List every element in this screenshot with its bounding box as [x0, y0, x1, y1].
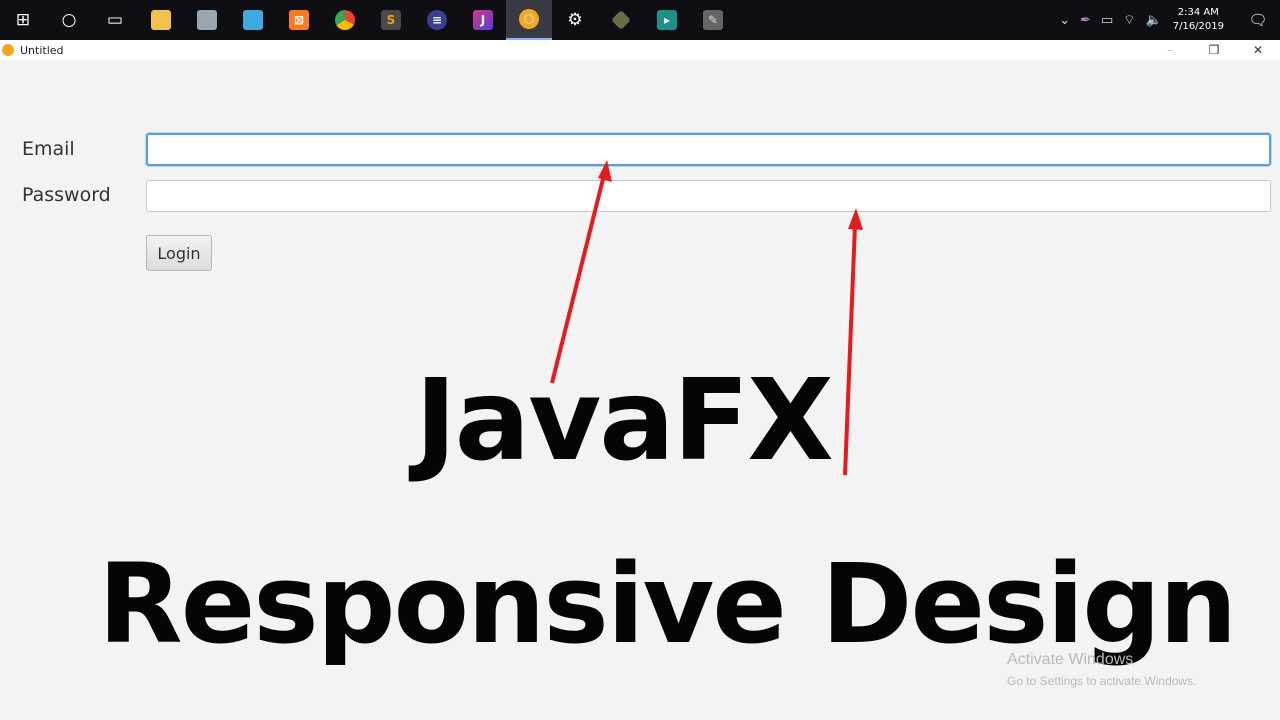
minimize-icon: – [1167, 43, 1173, 57]
password-label: Password [22, 184, 111, 206]
window-title: Untitled [20, 43, 64, 57]
printer-icon [197, 10, 217, 30]
taskbar-app-chrome[interactable] [322, 0, 368, 40]
restore-button[interactable]: ❐ [1192, 40, 1236, 60]
taskbar: ⊞ ○ ▭ ⊠ S ≡ J ⬡ ⚙ ▸ ✎ ⌄ ✒ ▭ ⌔ 🔈 2:34 AM … [0, 0, 1280, 40]
login-button[interactable]: Login [146, 235, 212, 271]
eclipse-icon: ≡ [427, 10, 447, 30]
minimize-button[interactable]: – [1148, 40, 1192, 60]
battery-icon[interactable]: ▭ [1101, 13, 1113, 28]
window-titlebar: Untitled – ❐ ✕ [0, 40, 1280, 60]
cortana-circle-icon: ○ [61, 10, 77, 30]
task-view-icon: ▭ [106, 10, 124, 30]
window-controls: – ❐ ✕ [1148, 40, 1280, 60]
overlay-title-line2: Responsive Design [98, 540, 1237, 668]
media-play-icon: ▸ [657, 10, 677, 30]
clock-time: 2:34 AM [1177, 7, 1219, 18]
intellij-icon: J [473, 10, 493, 30]
taskbar-app-media[interactable]: ▸ [644, 0, 690, 40]
taskbar-app-xampp[interactable]: ⊠ [276, 0, 322, 40]
taskbar-app-office[interactable] [230, 0, 276, 40]
action-center-button[interactable]: 🗨 [1236, 11, 1280, 29]
taskbar-app-sublime[interactable]: S [368, 0, 414, 40]
pen-icon[interactable]: ✒ [1080, 13, 1091, 28]
taskbar-app-file-explorer[interactable] [138, 0, 184, 40]
activate-windows-subtext: Go to Settings to activate Windows. [1007, 674, 1197, 688]
clock-date: 7/16/2019 [1172, 21, 1224, 32]
cortana-button[interactable]: ○ [46, 0, 92, 40]
taskbar-app-eclipse[interactable]: ≡ [414, 0, 460, 40]
task-view-button[interactable]: ▭ [92, 0, 138, 40]
overlay-title-line1: JavaFX [415, 356, 834, 486]
taskbar-app-settings[interactable]: ⚙ [552, 0, 598, 40]
restore-icon: ❐ [1208, 43, 1220, 57]
activate-windows-watermark: Activate Windows [1007, 651, 1134, 668]
taskbar-app-printer[interactable] [184, 0, 230, 40]
windows-start-button[interactable]: ⊞ [0, 0, 46, 40]
volume-icon[interactable]: 🔈 [1146, 13, 1162, 28]
close-icon: ✕ [1252, 43, 1264, 57]
scenebuilder-icon: ⬡ [519, 9, 539, 29]
office-icon [243, 10, 263, 30]
password-field[interactable] [146, 180, 1271, 212]
taskbar-app-intellij[interactable]: J [460, 0, 506, 40]
chevron-up-icon[interactable]: ⌄ [1059, 13, 1070, 28]
diamond-tool-icon [611, 10, 631, 30]
email-field[interactable] [146, 133, 1271, 166]
app-icon [2, 44, 14, 56]
taskbar-app-tool[interactable] [598, 0, 644, 40]
taskbar-clock[interactable]: 2:34 AM 7/16/2019 [1173, 6, 1224, 34]
windows-logo-icon: ⊞ [15, 10, 31, 30]
chrome-icon [335, 10, 355, 30]
system-tray: ⌄ ✒ ▭ ⌔ 🔈 2:34 AM 7/16/2019 🗨 [1054, 0, 1280, 40]
wifi-icon[interactable]: ⌔ [1123, 12, 1135, 28]
notification-icon: 🗨 [1248, 11, 1268, 29]
folder-icon [151, 10, 171, 30]
close-button[interactable]: ✕ [1236, 40, 1280, 60]
email-label: Email [22, 138, 75, 160]
sublime-icon: S [381, 10, 401, 30]
xampp-icon: ⊠ [289, 10, 309, 30]
gear-icon: ⚙ [567, 10, 583, 30]
taskbar-app-paint[interactable]: ✎ [690, 0, 736, 40]
taskbar-app-scenebuilder[interactable]: ⬡ [506, 0, 552, 40]
paint-icon: ✎ [703, 10, 723, 30]
